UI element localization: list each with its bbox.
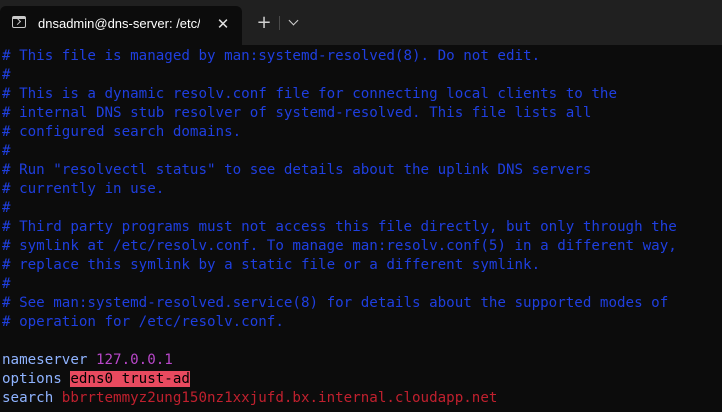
comment-line: # Third party programs must not access t… bbox=[2, 219, 677, 235]
comment-line: # symlink at /etc/resolv.conf. To manage… bbox=[2, 238, 677, 254]
comment-line: # replace this symlink by a static file … bbox=[2, 257, 541, 273]
title-bar: dnsadmin@dns-server: /etc/bi ✕ + bbox=[0, 0, 722, 45]
new-tab-button[interactable]: + bbox=[252, 12, 276, 34]
terminal-tab[interactable]: dnsadmin@dns-server: /etc/bi ✕ bbox=[0, 6, 242, 45]
options-line: options edns0 trust-ad bbox=[2, 370, 190, 389]
search-value: bbrrtemmyz2ung150nz1xxjufd.bx.internal.c… bbox=[61, 390, 498, 406]
comment-line: # bbox=[2, 276, 11, 292]
comment-line: # bbox=[2, 200, 11, 216]
comment-line: # This is a dynamic resolv.conf file for… bbox=[2, 86, 617, 102]
options-value: edns0 trust-ad bbox=[70, 371, 190, 387]
comment-line: # currently in use. bbox=[2, 181, 165, 197]
comment-line: # configured search domains. bbox=[2, 124, 242, 140]
comment-line: # See man:systemd-resolved.service(8) fo… bbox=[2, 295, 669, 311]
tab-title: dnsadmin@dns-server: /etc/bi bbox=[38, 16, 200, 31]
comment-line: # bbox=[2, 143, 11, 159]
nameserver-value: 127.0.0.1 bbox=[95, 352, 173, 368]
comment-line: # This file is managed by man:systemd-re… bbox=[2, 48, 541, 64]
close-icon[interactable]: ✕ bbox=[212, 13, 234, 35]
nameserver-line: nameserver 127.0.0.1 bbox=[2, 351, 173, 370]
comment-line: # internal DNS stub resolver of systemd-… bbox=[2, 105, 592, 121]
comment-line: # operation for /etc/resolv.conf. bbox=[2, 314, 284, 330]
tab-divider bbox=[279, 16, 280, 30]
options-keyword: options bbox=[2, 371, 62, 387]
search-line: search bbrrtemmyz2ung150nz1xxjufd.bx.int… bbox=[2, 389, 497, 408]
comment-line: # Run "resolvectl status" to see details… bbox=[2, 162, 592, 178]
chevron-down-icon[interactable] bbox=[283, 12, 303, 34]
comment-line: # bbox=[2, 67, 11, 83]
search-keyword: search bbox=[2, 390, 54, 406]
terminal-icon bbox=[12, 16, 26, 28]
terminal-output[interactable]: # This file is managed by man:systemd-re… bbox=[0, 45, 722, 412]
nameserver-keyword: nameserver bbox=[2, 352, 88, 368]
